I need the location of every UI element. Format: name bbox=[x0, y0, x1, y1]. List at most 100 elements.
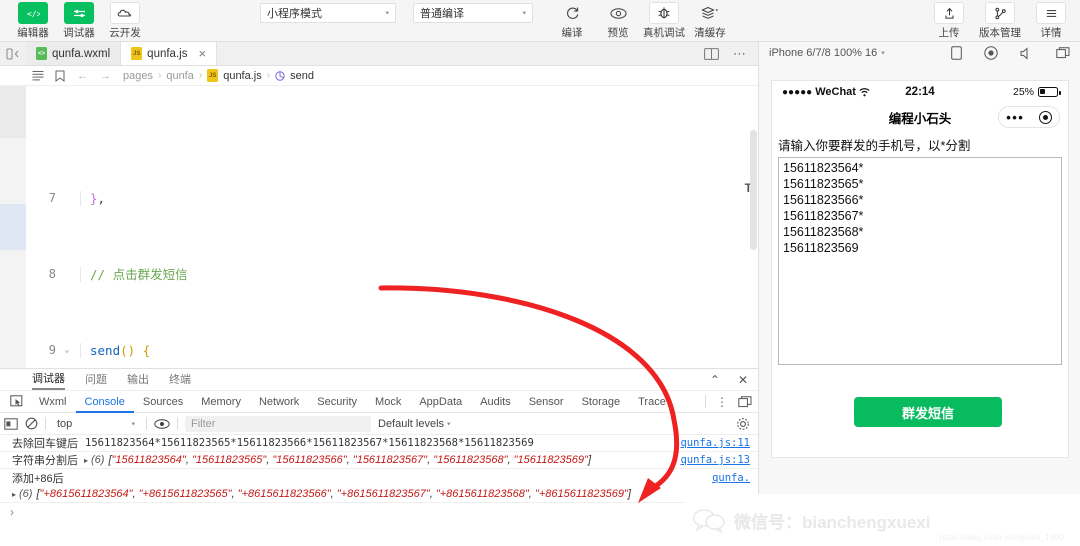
real-device-debug-button[interactable]: 真机调试 bbox=[641, 0, 687, 39]
breadcrumb-part-file[interactable]: qunfa.js bbox=[223, 70, 262, 82]
phone-rotate-icon[interactable] bbox=[951, 46, 962, 60]
devtools-tab-security[interactable]: Security bbox=[308, 391, 366, 413]
breadcrumb-nav: ← → bbox=[77, 70, 111, 82]
console-row[interactable]: 字符串分割后 ▸ (6) [ "15611823564", "156118235… bbox=[0, 452, 758, 469]
toggle-sidebar-icon[interactable] bbox=[0, 42, 26, 65]
toolbar-editor-button[interactable]: </> 编辑器 bbox=[10, 0, 56, 39]
clear-cache-button[interactable]: 清缓存 bbox=[687, 0, 733, 39]
code-line[interactable]: 8 // 点击群发短信 bbox=[26, 265, 758, 284]
code-line[interactable]: 7 }, bbox=[26, 189, 758, 208]
console-array-item: "15611823568" bbox=[433, 454, 508, 466]
close-icon[interactable]: × bbox=[198, 47, 206, 60]
devtools-tab-storage[interactable]: Storage bbox=[573, 391, 630, 413]
console-row[interactable]: ▸ (6) [ "+8615611823564", "+861561182356… bbox=[0, 486, 758, 503]
breadcrumb-part-pages[interactable]: pages bbox=[123, 70, 153, 82]
send-sms-button[interactable]: 群发短信 bbox=[854, 397, 1002, 427]
clear-console-icon[interactable] bbox=[25, 417, 38, 430]
console-levels-value: Default levels bbox=[378, 417, 445, 430]
menu-icon bbox=[1036, 2, 1066, 24]
volume-icon[interactable] bbox=[1020, 46, 1034, 60]
file-tab-qunfa-wxml[interactable]: <> qunfa.wxml bbox=[26, 42, 122, 65]
devtools-tab-mock[interactable]: Mock bbox=[366, 391, 410, 413]
devtools-tab-debugger[interactable]: 调试器 bbox=[32, 370, 65, 390]
more-actions-icon[interactable]: ⋯ bbox=[733, 47, 746, 60]
editor-scrollbar[interactable] bbox=[748, 86, 758, 368]
device-name: iPhone 6/7/8 100% 16 bbox=[769, 47, 878, 59]
split-editor-icon[interactable] bbox=[704, 47, 719, 60]
code-lines[interactable]: 7 }, 8 // 点击群发短信 9 ⌄ send() { 10 phoneSt… bbox=[26, 86, 758, 368]
console-source-link[interactable]: qunfa.js:13 bbox=[680, 454, 750, 466]
back-arrow-icon[interactable]: ← bbox=[77, 70, 88, 82]
console-settings-button[interactable] bbox=[736, 417, 750, 431]
details-button[interactable]: 详情 bbox=[1028, 0, 1074, 39]
breadcrumb-part-symbol[interactable]: send bbox=[290, 70, 314, 82]
devtools-tab-terminal[interactable]: 终端 bbox=[169, 371, 191, 389]
devtools-tab-appdata[interactable]: AppData bbox=[410, 391, 471, 413]
phone-number-textarea[interactable]: 15611823564* 15611823565* 15611823566* 1… bbox=[778, 157, 1062, 365]
window-icon[interactable] bbox=[1056, 47, 1070, 59]
console-prompt[interactable]: › bbox=[0, 503, 758, 521]
outline-icon[interactable] bbox=[32, 70, 44, 81]
console-array-count: (6) bbox=[91, 454, 105, 466]
cloud-icon bbox=[110, 2, 140, 24]
code-line[interactable]: 9 ⌄ send() { bbox=[26, 341, 758, 360]
inspect-element-icon[interactable] bbox=[4, 395, 30, 408]
devtools-tab-output[interactable]: 输出 bbox=[127, 371, 149, 389]
compile-type-select[interactable]: 普通编译 ▾ bbox=[413, 3, 533, 23]
toolbar-debugger-button[interactable]: 调试器 bbox=[56, 0, 102, 39]
devtools-tab-wxml[interactable]: Wxml bbox=[30, 391, 76, 413]
console-source-link[interactable]: qunfa. bbox=[712, 472, 750, 484]
compile-button[interactable]: 编译 bbox=[549, 0, 595, 39]
file-tab-qunfa-js[interactable]: JS qunfa.js × bbox=[121, 42, 218, 65]
expand-arrow-icon[interactable]: ▸ bbox=[12, 490, 16, 499]
more-dots-icon[interactable]: ••• bbox=[1006, 111, 1024, 124]
console-filter-input[interactable]: Filter bbox=[185, 415, 371, 432]
console-array-item: "+8615611823568" bbox=[435, 488, 529, 500]
battery-info: 25% bbox=[1013, 86, 1061, 98]
preview-label: 预览 bbox=[607, 27, 629, 39]
forward-arrow-icon[interactable]: → bbox=[100, 70, 111, 82]
collapse-icon[interactable]: ⌃ bbox=[710, 373, 720, 387]
fold-toggle-icon[interactable]: ⌄ bbox=[60, 341, 74, 360]
console-output[interactable]: 去除回车键后 15611823564*15611823565*156118235… bbox=[0, 435, 758, 521]
devtools-tab-memory[interactable]: Memory bbox=[192, 391, 250, 413]
phone-simulator[interactable]: ●●●●● WeChat 22:14 25% 编程小石头 ••• 请输入你要群发… bbox=[771, 80, 1069, 458]
devtools-tab-sources[interactable]: Sources bbox=[134, 391, 192, 413]
console-context-select[interactable]: top ▾ bbox=[53, 418, 139, 430]
show-console-sidebar-icon[interactable] bbox=[4, 417, 18, 430]
devtools-tab-network[interactable]: Network bbox=[250, 391, 308, 413]
capsule-button[interactable]: ••• bbox=[998, 106, 1060, 128]
console-source-link[interactable]: qunfa.js:11 bbox=[680, 437, 750, 449]
console-levels-select[interactable]: Default levels ▾ bbox=[378, 418, 451, 430]
close-icon[interactable]: ✕ bbox=[738, 373, 748, 387]
devtools-tab-audits[interactable]: Audits bbox=[471, 391, 520, 413]
device-select[interactable]: iPhone 6/7/8 100% 16 ▾ bbox=[769, 47, 885, 59]
divider bbox=[705, 395, 706, 408]
dock-panel-icon[interactable] bbox=[738, 395, 752, 408]
code-line[interactable] bbox=[26, 124, 758, 132]
devtools-tab-console[interactable]: Console bbox=[76, 391, 134, 413]
toolbar-cloud-button[interactable]: 云开发 bbox=[102, 0, 148, 39]
bookmark-icon[interactable] bbox=[55, 70, 65, 82]
compile-mode-select[interactable]: 小程序模式 ▾ bbox=[260, 3, 396, 23]
preview-button[interactable]: 预览 bbox=[595, 0, 641, 39]
breadcrumb-part-qunfa[interactable]: qunfa bbox=[166, 70, 194, 82]
console-array-item: "+8615611823569" bbox=[534, 488, 628, 500]
console-row[interactable]: 去除回车键后 15611823564*15611823565*156118235… bbox=[0, 435, 758, 452]
version-control-button[interactable]: 版本管理 bbox=[972, 0, 1028, 39]
console-label: 去除回车键后 bbox=[12, 438, 78, 450]
kebab-menu-icon[interactable]: ⋮ bbox=[716, 396, 728, 408]
upload-icon bbox=[934, 2, 964, 24]
devtools-tab-sensor[interactable]: Sensor bbox=[520, 391, 573, 413]
eye-icon[interactable] bbox=[154, 418, 170, 430]
code-comment: // 点击群发短信 bbox=[80, 267, 188, 282]
code-editor[interactable]: 7 }, 8 // 点击群发短信 9 ⌄ send() { 10 phoneSt… bbox=[0, 86, 758, 368]
expand-arrow-icon[interactable]: ▸ bbox=[84, 456, 88, 465]
console-row[interactable]: 添加+86后 qunfa. bbox=[0, 469, 758, 486]
upload-button[interactable]: 上传 bbox=[926, 0, 972, 39]
target-icon[interactable] bbox=[1038, 110, 1052, 124]
devtools-panel-tabs: Wxml Console Sources Memory Network Secu… bbox=[0, 391, 758, 413]
record-icon[interactable] bbox=[984, 46, 998, 60]
devtools-tab-trace[interactable]: Trace bbox=[629, 391, 675, 413]
devtools-tab-problems[interactable]: 问题 bbox=[85, 371, 107, 389]
